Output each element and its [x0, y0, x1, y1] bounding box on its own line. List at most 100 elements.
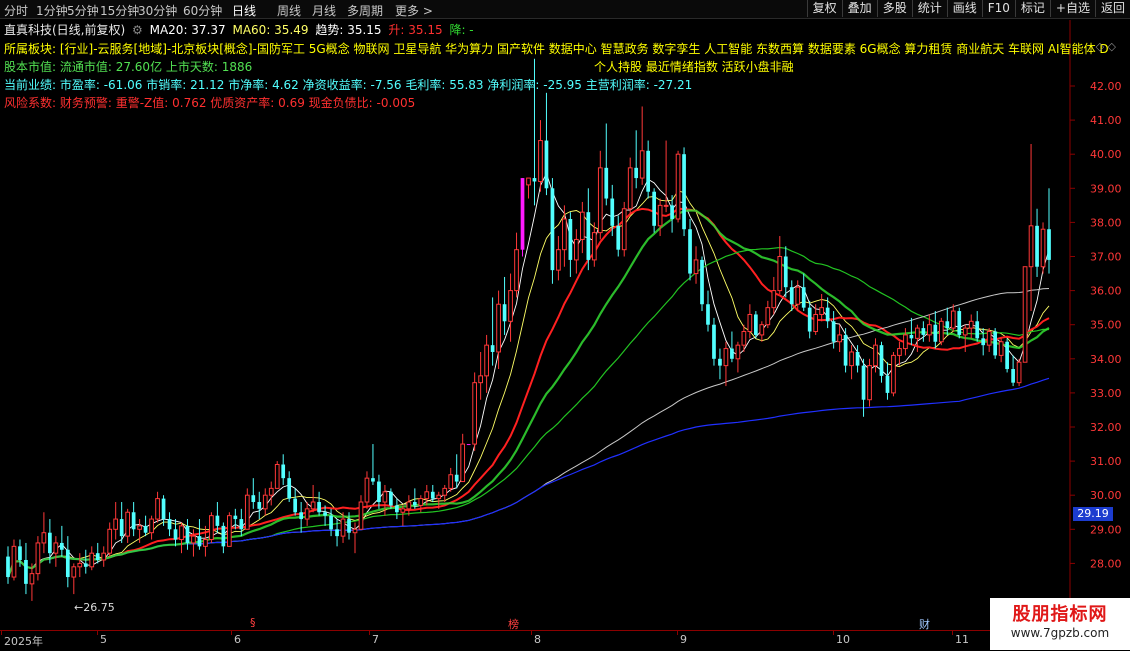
candle [849, 345, 854, 380]
candle-body [597, 167, 603, 234]
y-tick-label: 30.00 [1090, 489, 1122, 502]
candle-body [723, 348, 729, 367]
candle-body [191, 535, 196, 544]
low-price-marker: ←26.75 [74, 601, 115, 614]
period-tab-10[interactable]: 更多 > [395, 2, 433, 19]
candle [777, 236, 783, 295]
y-tick-label: 32.00 [1090, 421, 1122, 434]
toolbar-button-7[interactable]: +自选 [1049, 0, 1095, 17]
period-tab-3[interactable]: 15分钟 [100, 2, 139, 19]
period-tab-5[interactable]: 60分钟 [183, 2, 222, 19]
period-tab-6[interactable]: 日线 [232, 2, 256, 19]
candle-body [813, 313, 819, 333]
candle-body [957, 311, 962, 335]
candle-body [1022, 266, 1028, 363]
period-tab-8[interactable]: 月线 [312, 2, 336, 19]
candle-body [24, 559, 28, 584]
candle [65, 536, 70, 588]
period-tab-7[interactable]: 周线 [277, 2, 301, 19]
event-marker-1[interactable]: 榜 [506, 616, 521, 632]
x-tick-label: 6 [234, 633, 241, 646]
toolbar-button-3[interactable]: 统计 [911, 0, 947, 17]
candle [688, 218, 692, 281]
candle [304, 502, 310, 526]
candle-body [29, 573, 35, 585]
candle-body [430, 491, 435, 499]
candle-body [442, 487, 448, 496]
toolbar-button-5[interactable]: F10 [981, 0, 1015, 17]
ma20-readout: MA20: 37.37 [149, 23, 226, 37]
candle [735, 341, 741, 373]
candle-body [562, 218, 567, 251]
period-tab-0[interactable]: 分时 [4, 2, 28, 19]
toolbar-button-1[interactable]: 叠加 [841, 0, 877, 17]
candle-body [101, 552, 107, 561]
candle [1040, 222, 1046, 274]
period-tab-1[interactable]: 1分钟 [36, 2, 68, 19]
sector-panel-line2: 个人持股 最近情绪指数 活跃小盘非融 [594, 60, 794, 74]
candle-body [586, 212, 591, 260]
candle [998, 338, 1004, 363]
candle-body [639, 150, 645, 179]
candle-body [389, 491, 393, 506]
candle [400, 505, 406, 526]
period-tab-9[interactable]: 多周期 [347, 2, 383, 19]
candle-body [663, 204, 669, 207]
candle-body [675, 153, 681, 220]
event-marker-2[interactable]: 财 [917, 616, 932, 632]
candle-body [1011, 369, 1015, 383]
y-tick-label: 40.00 [1090, 148, 1122, 161]
candle [837, 324, 842, 352]
candle-body [125, 511, 131, 537]
settings-icon[interactable]: ⚙ [132, 23, 143, 37]
toolbar-button-6[interactable]: 标记 [1014, 0, 1050, 17]
candle-body [239, 519, 244, 530]
candle-body [915, 327, 920, 339]
candle [113, 502, 119, 540]
y-tick-label: 37.00 [1090, 251, 1122, 264]
candle [801, 273, 806, 312]
candle-body [95, 553, 100, 560]
candle-body [244, 494, 250, 530]
candle-body [11, 545, 17, 578]
event-marker-0[interactable]: § [248, 616, 258, 629]
candle-body [789, 287, 794, 305]
x-tick-mark [369, 631, 370, 635]
period-tab-4[interactable]: 30分钟 [138, 2, 177, 19]
candle [502, 276, 507, 335]
candle [191, 529, 196, 557]
candle [83, 549, 88, 574]
candle-body [646, 150, 651, 192]
candle [897, 341, 902, 366]
toolbar-button-8[interactable]: 返回 [1094, 0, 1130, 17]
candle-body [304, 508, 310, 520]
panel-toggle-icons[interactable]: ◇ ◇ [1096, 40, 1116, 53]
candle-body [251, 495, 256, 503]
toolbar-button-4[interactable]: 画线 [946, 0, 982, 17]
candle-body [460, 443, 466, 483]
candle [968, 314, 974, 339]
candle-body [921, 328, 926, 335]
candle [155, 491, 160, 523]
candle [586, 188, 591, 271]
candle [442, 484, 448, 503]
candle-body [59, 542, 64, 550]
candle [59, 525, 64, 557]
candle-body [53, 542, 59, 554]
candle [867, 358, 872, 407]
candle-body [310, 501, 316, 510]
ma90-line [7, 288, 1050, 578]
candle-body [903, 334, 908, 350]
toolbar-button-0[interactable]: 复权 [806, 0, 842, 17]
toolbar-button-2[interactable]: 多股 [876, 0, 912, 17]
candle [591, 222, 597, 267]
candle [149, 515, 154, 540]
candle [358, 495, 364, 530]
candle [873, 338, 878, 373]
candle-body [765, 307, 771, 326]
candle [562, 205, 567, 267]
period-tab-2[interactable]: 5分钟 [67, 2, 99, 19]
candle-body [340, 518, 346, 537]
x-tick-mark [677, 631, 678, 635]
candle-body [472, 382, 478, 445]
